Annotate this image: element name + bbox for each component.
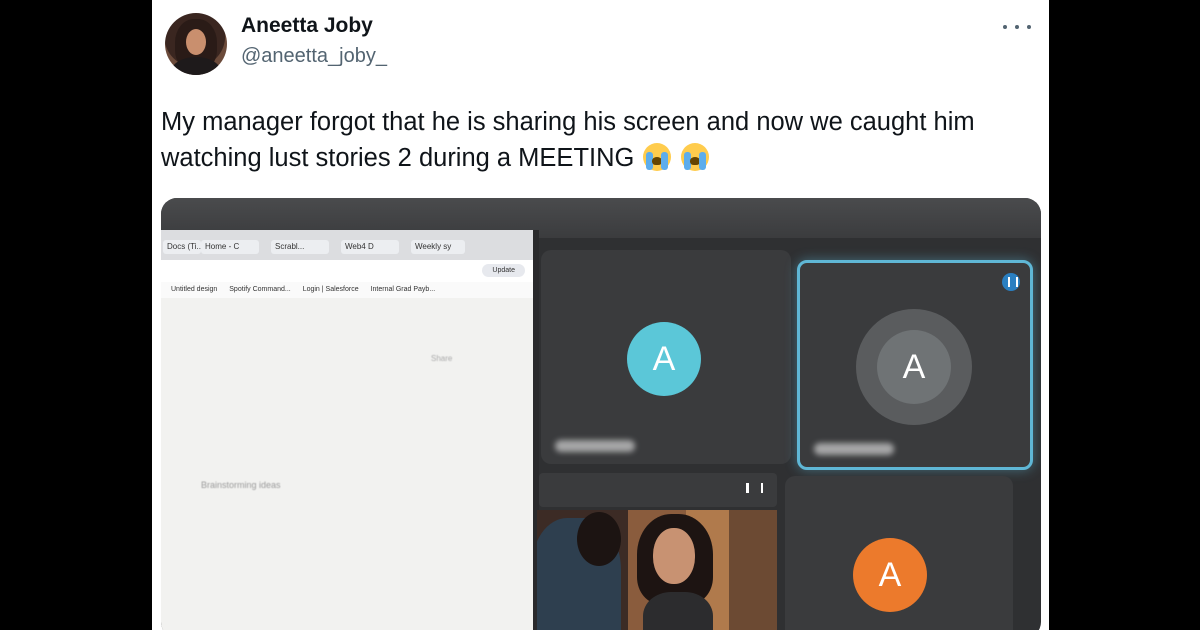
browser-tab: Web4 D [341,240,399,254]
browser-tab-strip: Docs (Ti.. Home - C Scrabl... Web4 D Wee… [161,230,533,260]
video-person-face [653,528,695,584]
bookmarks-bar: Untitled design Spotify Command... Login… [161,282,533,298]
bookmark-item: Login | Salesforce [302,286,359,293]
more-dot [1027,25,1031,29]
avatar[interactable] [165,13,227,75]
video-person-left-head [577,512,621,566]
video-person-body [643,592,713,630]
shared-browser-window: Docs (Ti.. Home - C Scrabl... Web4 D Wee… [161,230,539,630]
update-button: Update [482,264,525,277]
user-handle[interactable]: @aneetta_joby_ [241,45,387,68]
browser-tab: Docs (Ti.. [163,240,201,254]
participant-tile: A [541,250,791,464]
display-name[interactable]: Aneetta Joby [241,14,373,38]
doc-share-label: Share [431,354,453,363]
doc-placeholder-text: Brainstorming ideas [201,480,281,490]
browser-tab: Scrabl... [271,240,329,254]
bookmark-item: Internal Grad Payb... [370,286,436,293]
pin-icon [1002,273,1020,291]
participant-tile: A [785,476,1013,630]
browser-toolbar: Update [161,260,533,282]
browser-tab: Weekly sy [411,240,465,254]
more-dot [1003,25,1007,29]
tweet-photo[interactable]: Docs (Ti.. Home - C Scrabl... Web4 D Wee… [161,198,1041,630]
screen-share-tile-header [539,473,777,507]
participant-tile-speaking: A [797,260,1033,470]
participant-avatar: A [853,538,927,612]
video-playback [537,510,777,630]
tweet-text: My manager forgot that he is sharing his… [161,104,1041,176]
participant-avatar: A [627,322,701,396]
participant-avatar: A [877,330,951,404]
loudly-crying-face-icon [643,143,672,171]
participant-name-blurred [555,440,635,452]
bookmark-item: Untitled design [171,286,218,293]
more-options-icon[interactable] [1003,17,1031,37]
tweet-body: My manager forgot that he is sharing his… [161,108,975,172]
loudly-crying-face-icon [680,143,709,171]
participant-name-blurred [814,443,894,455]
video-person-right [637,514,713,630]
avatar-face [186,29,206,55]
more-dot [1015,25,1019,29]
bookmark-item: Spotify Command... [229,286,291,293]
mute-icon [746,483,763,493]
browser-tab: Home - C [201,240,259,254]
tweet-card: Aneetta Joby @aneetta_joby_ My manager f… [152,0,1049,630]
